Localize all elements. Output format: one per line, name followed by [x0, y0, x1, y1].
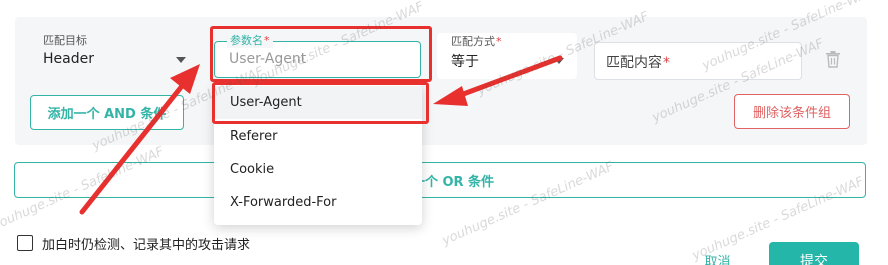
highlight-box-user-agent-option — [212, 82, 429, 124]
add-and-condition-button[interactable]: 添加一个 AND 条件 — [30, 95, 184, 130]
whitelist-detect-checkbox[interactable] — [17, 235, 33, 251]
match-target-select[interactable]: 匹配目标 Header — [31, 32, 197, 80]
highlight-box-param-name — [210, 26, 432, 82]
dropdown-option-referer[interactable]: Referer — [214, 120, 422, 153]
match-content-placeholder: 匹配内容* — [606, 55, 670, 71]
match-target-value: Header — [43, 51, 94, 67]
caret-down-icon — [176, 57, 186, 63]
caret-down-icon — [554, 58, 564, 64]
match-method-value: 等于 — [451, 54, 479, 70]
dropdown-option-cookie[interactable]: Cookie — [214, 153, 422, 186]
add-or-condition-button[interactable]: 添加一个 OR 条件 — [14, 162, 866, 198]
whitelist-detect-option[interactable]: 加白时仍检测、记录其中的攻击请求 — [17, 234, 251, 253]
match-method-select[interactable]: 匹配方式* 等于 — [437, 33, 577, 79]
match-target-label: 匹配目标 — [43, 34, 87, 47]
cancel-button[interactable]: 取消 — [690, 248, 745, 265]
submit-button[interactable]: 提交 — [769, 242, 859, 265]
match-method-label: 匹配方式* — [451, 35, 502, 48]
match-content-field[interactable]: 匹配内容* — [594, 42, 802, 80]
trash-icon[interactable] — [826, 51, 840, 68]
whitelist-detect-label: 加白时仍检测、记录其中的攻击请求 — [42, 237, 251, 253]
delete-condition-group-button[interactable]: 删除该条件组 — [734, 94, 850, 129]
dropdown-option-x-forwarded-for[interactable]: X-Forwarded-For — [214, 186, 422, 219]
